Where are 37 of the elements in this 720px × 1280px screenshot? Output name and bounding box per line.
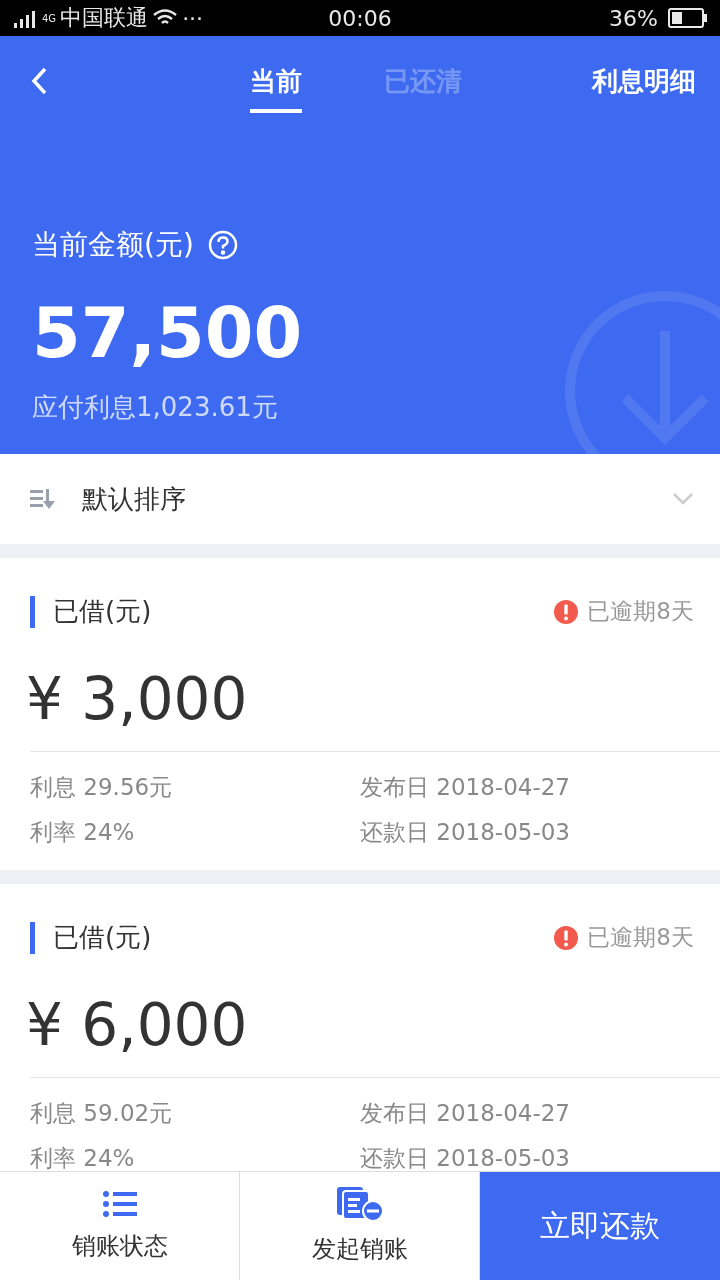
battery-icon [668,8,708,28]
total-amount: 57,500 [32,292,304,374]
battery-percent: 36% [609,5,658,31]
network-type: 4G [42,12,57,24]
clock-time: 00:06 [328,5,392,31]
document-minus-icon [336,1187,383,1221]
rate-text: 利率 24% [30,818,136,847]
loan-card[interactable]: 已借(元) 已逾期8天 ¥ 3,000 利息 29.56元 发布日 2018-04-27 利率 24% 还款日 2018-05-03 [0,558,720,884]
rate-text: 利率 24% [30,1144,136,1171]
accent-bar [30,921,35,954]
sort-selector[interactable]: 默认排序 [0,454,720,558]
chevron-left-icon [30,67,48,95]
interest-due: 应付利息1,023.61元 [32,391,279,424]
loan-title: 已借(元) [53,921,153,954]
interest-text: 利息 59.02元 [30,1099,174,1128]
loan-amount: ¥ 3,000 [26,665,249,733]
loan-title: 已借(元) [53,595,153,628]
more-dots: ··· [182,5,204,31]
interest-detail-link[interactable]: 利息明细 [592,63,696,99]
overdue-status: 已逾期8天 [587,597,694,626]
accent-bar [30,595,35,628]
loan-amount: ¥ 6,000 [26,991,249,1059]
sort-label: 默认排序 [82,482,187,516]
sort-icon [30,489,56,509]
due-date: 还款日 2018-05-03 [360,818,571,847]
help-icon[interactable] [207,230,238,260]
interest-text: 利息 29.56元 [30,773,174,802]
list-icon [102,1190,137,1218]
publish-date: 发布日 2018-04-27 [360,1099,571,1128]
overdue-status: 已逾期8天 [587,923,694,952]
carrier-name: 中国联通 [60,4,149,32]
amount-label: 当前金额(元) [32,227,194,263]
due-date: 还款日 2018-05-03 [360,1144,571,1171]
publish-date: 发布日 2018-04-27 [360,773,571,802]
repay-now-button[interactable]: 立即还款 [480,1172,720,1280]
tab[interactable]: 当前 [250,63,302,113]
chevron-down-icon [672,492,694,506]
